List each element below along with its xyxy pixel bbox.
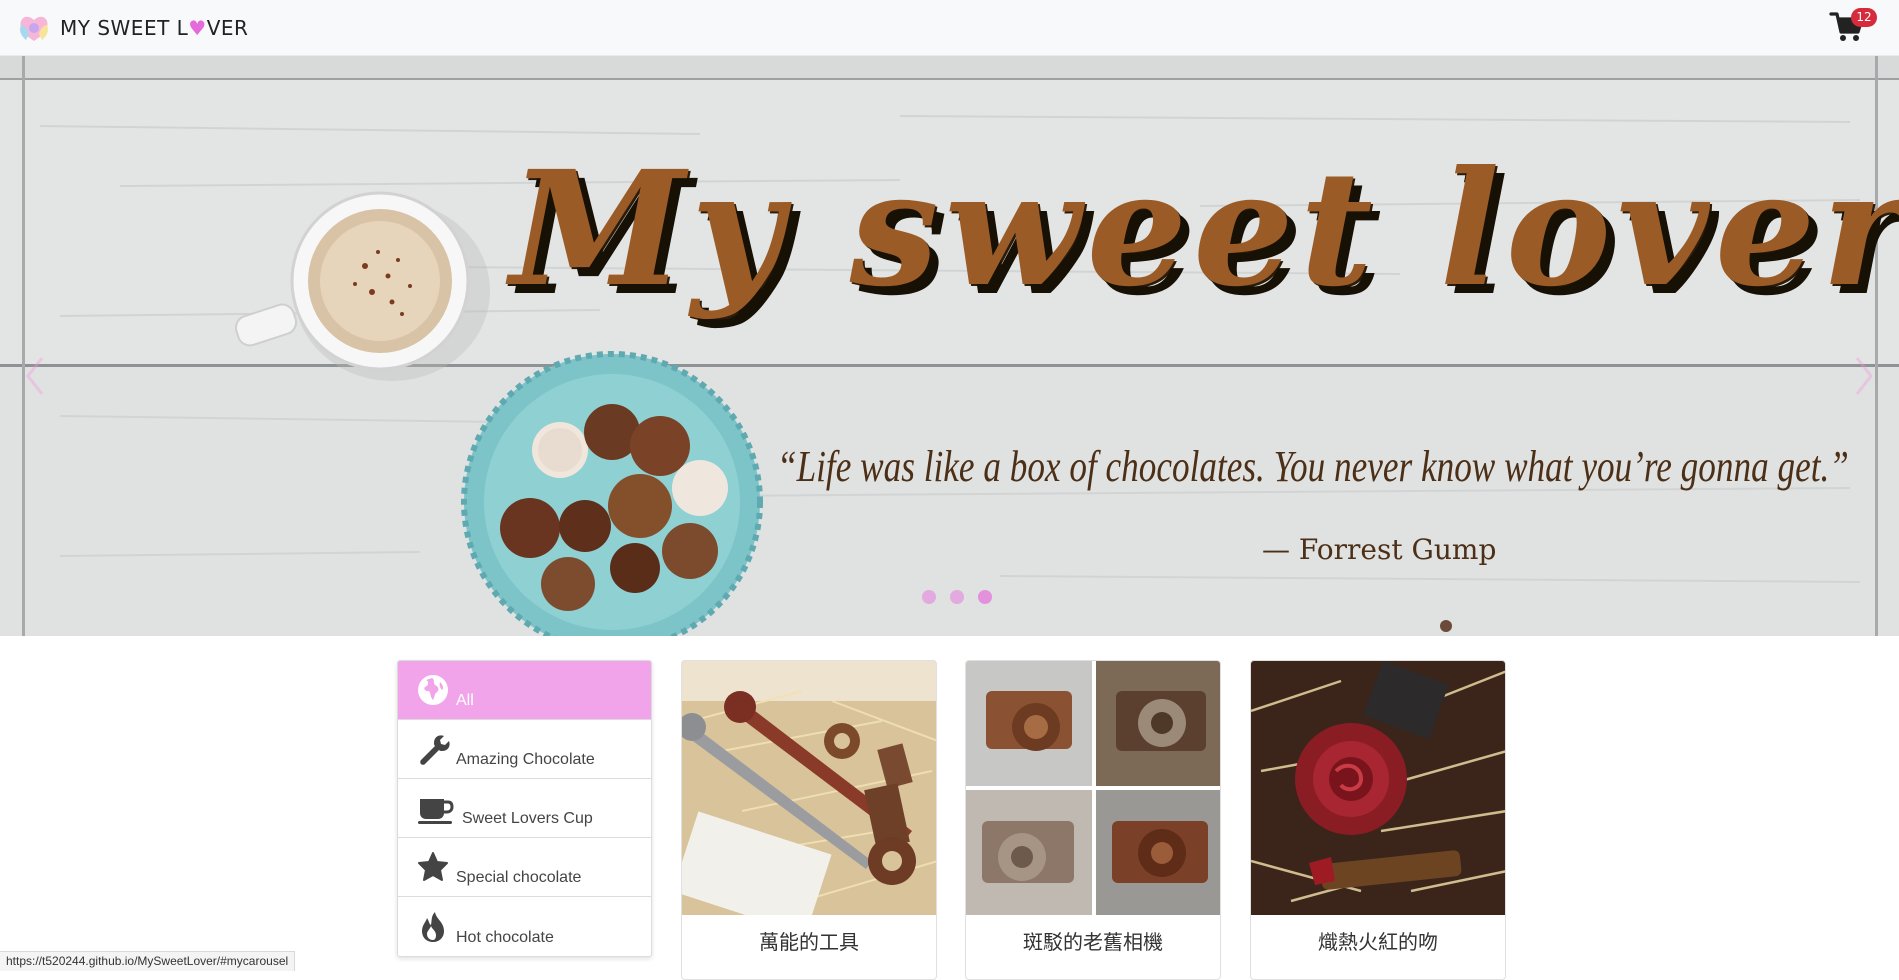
- cart-button[interactable]: 12: [1829, 8, 1877, 44]
- hero-carousel[interactable]: My sweet lover “Life was like a box of c…: [0, 56, 1899, 636]
- brand-link[interactable]: MY SWEET L♥VER: [16, 10, 248, 46]
- chevron-left-icon: [26, 357, 44, 395]
- heart-logo-icon: [20, 16, 48, 41]
- hero-title: My sweet lover: [510, 137, 1899, 322]
- category-item-amazing-chocolate[interactable]: Amazing Chocolate: [398, 720, 651, 779]
- carousel-prev-button[interactable]: [20, 346, 50, 406]
- navbar: MY SWEET L♥VER 12: [0, 0, 1899, 56]
- category-label: All: [456, 692, 474, 709]
- chocolate-rose-lipstick-image: [1251, 661, 1505, 915]
- category-item-special-chocolate[interactable]: Special chocolate: [398, 838, 651, 897]
- star-icon: [418, 852, 448, 881]
- carousel-next-button[interactable]: [1849, 346, 1879, 406]
- globe-icon: [418, 675, 448, 705]
- coffee-cup-icon: [418, 799, 454, 824]
- category-label: Special chocolate: [456, 869, 582, 886]
- carousel-indicators: [922, 590, 992, 604]
- brand-name: MY SWEET L♥VER: [60, 16, 249, 40]
- category-item-all[interactable]: All: [398, 661, 651, 720]
- brand-heart-icon: ♥: [188, 16, 207, 40]
- wrench-icon: [420, 735, 450, 765]
- category-item-sweet-lovers-cup[interactable]: Sweet Lovers Cup: [398, 779, 651, 838]
- product-card[interactable]: 斑駁的老舊相機: [965, 660, 1221, 980]
- category-label: Amazing Chocolate: [456, 751, 595, 768]
- chocolate-tools-image: [682, 661, 936, 915]
- carousel-indicator-2[interactable]: [950, 590, 964, 604]
- product-card[interactable]: 萬能的工具: [681, 660, 937, 980]
- cart-count-badge: 12: [1851, 8, 1877, 27]
- product-title: 熾熱火紅的吻: [1318, 930, 1438, 954]
- category-label: Hot chocolate: [456, 929, 554, 946]
- product-title: 斑駁的老舊相機: [1023, 930, 1163, 954]
- category-item-hot-chocolate[interactable]: Hot chocolate: [398, 897, 651, 956]
- product-title: 萬能的工具: [759, 930, 859, 954]
- fire-icon: [422, 912, 444, 942]
- browser-status-url: https://t520244.github.io/MySweetLover/#…: [0, 951, 296, 971]
- carousel-indicator-3[interactable]: [978, 590, 992, 604]
- chevron-right-icon: [1855, 357, 1873, 395]
- chocolate-cameras-image: [966, 661, 1220, 915]
- hero-quote-author: — Forrest Gump: [1262, 533, 1497, 566]
- carousel-indicator-1[interactable]: [922, 590, 936, 604]
- category-label: Sweet Lovers Cup: [462, 810, 593, 827]
- product-card[interactable]: 熾熱火紅的吻: [1250, 660, 1506, 980]
- hero-quote: “Life was like a box of chocolates. You …: [777, 442, 1849, 491]
- category-list: All Amazing Chocolate Sweet Lovers Cup S…: [397, 660, 652, 957]
